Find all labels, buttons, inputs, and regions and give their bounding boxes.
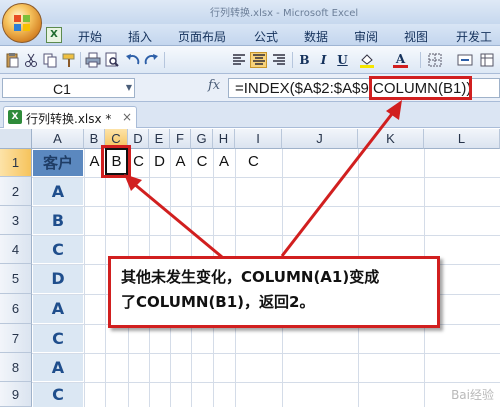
italic-icon[interactable]: I <box>315 52 332 68</box>
toolbar: B I U A <box>0 46 500 74</box>
fx-icon[interactable]: fx <box>208 78 220 93</box>
callout-line-1: 其他未发生变化，COLUMN(A1)变成 <box>121 268 380 286</box>
callout-line-2: 了COLUMN(B1)，返回2。 <box>121 293 315 311</box>
column-header-a[interactable]: A <box>32 129 84 149</box>
column-header-j[interactable]: J <box>282 129 358 149</box>
highlight-box-formula <box>369 76 472 100</box>
tab-insert[interactable]: 插入 <box>128 28 152 45</box>
redo-icon[interactable] <box>142 52 159 68</box>
cell-h1[interactable]: A <box>213 149 235 174</box>
column-header-e[interactable]: E <box>149 129 170 149</box>
row-header-9[interactable]: 9 <box>0 382 32 407</box>
cell-f1[interactable]: A <box>170 149 191 174</box>
more-icon[interactable] <box>478 52 495 68</box>
cell-a1[interactable]: 客户 <box>33 150 83 176</box>
column-header-g[interactable]: G <box>191 129 213 149</box>
highlight-box-cell <box>101 145 131 178</box>
select-all-corner[interactable] <box>0 129 32 149</box>
name-box[interactable]: C1 ▼ <box>2 78 135 98</box>
ribbon-tabs: X 开始 插入 页面布局 公式 数据 审阅 视图 开发工具 <box>0 24 500 61</box>
excel-quick-icon[interactable]: X <box>46 27 62 43</box>
merge-icon[interactable] <box>456 52 473 68</box>
annotation-callout: 其他未发生变化，COLUMN(A1)变成 了COLUMN(B1)，返回2。 <box>108 256 440 328</box>
column-header-d[interactable]: D <box>128 129 149 149</box>
cell-a9[interactable]: C <box>33 383 83 407</box>
cell-a4[interactable]: C <box>33 236 83 263</box>
font-color-letter: A <box>395 51 406 66</box>
fill-color-icon[interactable] <box>358 52 375 68</box>
cell-g1[interactable]: C <box>191 149 213 174</box>
tab-review[interactable]: 审阅 <box>354 28 378 45</box>
excel-file-icon: X <box>8 110 22 124</box>
font-color-icon[interactable]: A <box>392 52 409 68</box>
column-header-l[interactable]: L <box>424 129 500 149</box>
cut-icon[interactable] <box>22 52 39 68</box>
row-header-3[interactable]: 3 <box>0 206 32 235</box>
cell-a8[interactable]: A <box>33 354 83 381</box>
bold-icon[interactable]: B <box>296 52 313 68</box>
align-left-icon[interactable] <box>230 52 247 68</box>
format-painter-icon[interactable] <box>60 52 77 68</box>
underline-icon[interactable]: U <box>334 52 351 68</box>
watermark: Bai经验 <box>451 388 494 402</box>
column-header-k[interactable]: K <box>358 129 424 149</box>
undo-icon[interactable] <box>124 52 141 68</box>
close-icon[interactable]: × <box>122 110 132 124</box>
tab-data[interactable]: 数据 <box>304 28 328 45</box>
cell-a6[interactable]: A <box>33 295 83 323</box>
borders-icon[interactable] <box>426 52 443 68</box>
row-header-4[interactable]: 4 <box>0 235 32 264</box>
cell-a7[interactable]: C <box>33 325 83 352</box>
window-title: 行列转换.xlsx - Microsoft Excel <box>210 8 359 19</box>
column-header-i[interactable]: I <box>235 129 282 149</box>
cell-e1[interactable]: D <box>149 149 170 174</box>
tab-home[interactable]: 开始 <box>78 28 102 45</box>
row-header-7[interactable]: 7 <box>0 324 32 353</box>
cell-a5[interactable]: D <box>33 265 83 293</box>
copy-icon[interactable] <box>41 52 58 68</box>
office-logo-icon <box>14 15 30 31</box>
name-box-value: C1 <box>53 81 71 97</box>
paste-icon[interactable] <box>3 52 20 68</box>
tab-page-layout[interactable]: 页面布局 <box>178 28 226 45</box>
print-icon[interactable] <box>84 52 101 68</box>
row-header-6[interactable]: 6 <box>0 294 32 324</box>
cell-a2[interactable]: A <box>33 178 83 205</box>
tab-view[interactable]: 视图 <box>404 28 428 45</box>
cell-a3[interactable]: B <box>33 207 83 234</box>
tab-formulas[interactable]: 公式 <box>254 28 278 45</box>
chevron-down-icon[interactable]: ▼ <box>126 83 132 92</box>
row-header-1[interactable]: 1 <box>0 149 32 177</box>
column-header-h[interactable]: H <box>213 129 235 149</box>
row-header-8[interactable]: 8 <box>0 353 32 382</box>
workbook-tabs: X 行列转换.xlsx * × <box>0 102 500 128</box>
align-center-icon[interactable] <box>250 52 267 68</box>
workbook-name: 行列转换.xlsx * <box>26 112 112 126</box>
cell-d1[interactable]: C <box>128 149 149 174</box>
align-right-icon[interactable] <box>270 52 287 68</box>
row-header-5[interactable]: 5 <box>0 264 32 294</box>
cell-i1[interactable]: C <box>235 149 282 174</box>
row-header-2[interactable]: 2 <box>0 177 32 206</box>
title-bar: 行列转换.xlsx - Microsoft Excel <box>0 0 500 24</box>
workbook-tab[interactable]: X 行列转换.xlsx * × <box>3 106 137 128</box>
column-header-f[interactable]: F <box>170 129 191 149</box>
print-preview-icon[interactable] <box>103 52 120 68</box>
office-button[interactable] <box>2 3 42 43</box>
